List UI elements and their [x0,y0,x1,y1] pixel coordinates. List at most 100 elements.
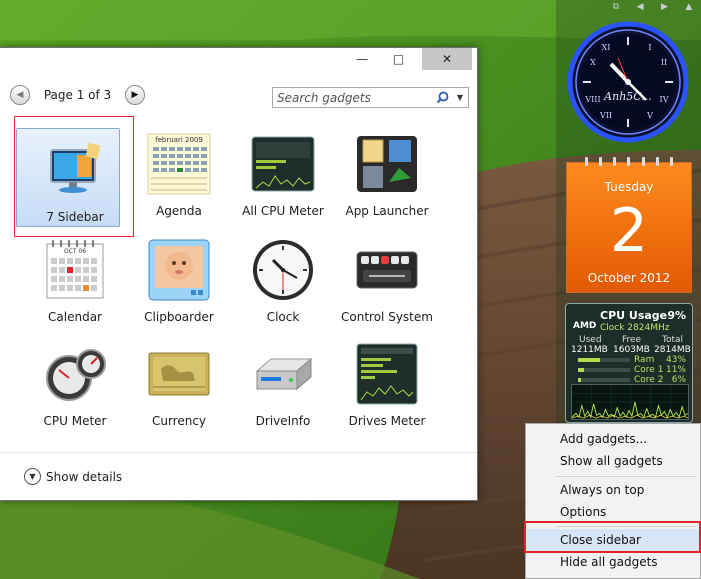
sidebar-controls: ⧉ ◀ ▶ ▲ [604,0,701,14]
gadget-label: Drives Meter [348,414,426,428]
gadget-label: DriveInfo [255,414,311,428]
gadget-all-cpu-meter[interactable]: All CPU Meter [228,124,338,224]
gadget-calendar[interactable]: OCT 06 Calendar [20,230,130,330]
add-gadget-icon[interactable]: ⧉ [613,2,619,12]
gadget-clipboarder[interactable]: Clipboarder [124,230,234,330]
menu-item-always-on-top[interactable]: Always on top [526,479,700,501]
mem-value-free: 1603MB [613,345,650,355]
control-system-icon [355,238,419,302]
mem-header-total: Total [662,335,684,345]
drives-meter-icon [355,342,419,406]
search-input[interactable] [273,88,432,107]
cpu-percent: 9% [667,309,686,322]
svg-text:XI: XI [602,43,611,52]
row-name: Core 1 [634,365,664,375]
cpu-history-graph [571,384,689,420]
annotation-highlight-box [14,116,134,237]
maximize-button[interactable]: □ [377,48,420,70]
clock-icon [251,238,315,302]
cpu-row-core1: Core 1 11% [572,365,690,375]
gadget-driveinfo[interactable]: DriveInfo [228,334,338,434]
gadget-drives-meter[interactable]: Drives Meter [332,334,442,434]
app-launcher-icon [355,132,419,196]
currency-icon [147,342,211,406]
search-options-dropdown[interactable]: ▼ [452,93,468,102]
title-bar: — □ ✕ [0,48,477,74]
row-value: 43% [665,355,686,365]
menu-item-hide-all-gadgets[interactable]: Hide all gadgets [526,551,700,573]
gadget-label: Clipboarder [144,310,214,324]
next-icon[interactable]: ▶ [661,2,668,12]
scroll-up-icon[interactable]: ▲ [685,2,692,12]
search-icon [436,91,448,104]
gadget-label: All CPU Meter [242,204,324,218]
next-page-button[interactable]: ▶ [125,85,145,105]
chevron-left-icon: ◀ [16,90,24,100]
menu-item-options[interactable]: Options [526,501,700,523]
minimize-icon: — [356,52,368,66]
previous-icon[interactable]: ◀ [637,2,644,12]
previous-page-button[interactable]: ◀ [10,85,30,105]
calendar-icon: OCT 06 [43,238,107,302]
gadget-currency[interactable]: Currency [124,334,234,434]
gadget-cpu-meter[interactable]: CPU Meter [20,334,130,434]
calendar-gadget[interactable]: Tuesday 2 October 2012 [566,157,692,293]
menu-separator [556,476,696,477]
chevron-right-icon: ▶ [131,90,139,100]
svg-text:IV: IV [660,95,669,104]
gadget-label: Clock [266,310,300,324]
svg-text:II: II [661,58,667,67]
search-box: ▼ [272,87,469,108]
gadget-app-launcher[interactable]: App Launcher [332,124,442,224]
mem-value-total: 2814MB [654,345,691,355]
svg-text:VII: VII [599,111,612,120]
menu-item-add-gadgets[interactable]: Add gadgets... [526,428,700,450]
amd-logo: AMD [573,321,597,331]
mem-value-used: 1211MB [571,345,608,355]
row-value: 11% [665,365,686,375]
maximize-icon: □ [392,52,405,66]
calendar-day: Tuesday [604,180,654,194]
close-button[interactable]: ✕ [422,48,472,70]
calendar-date: 2 [609,196,649,266]
svg-text:VIII: VIII [584,95,600,104]
ram-bar [578,358,630,362]
drive-icon [251,342,315,406]
calendar-binding [567,157,691,166]
pager: ◀ Page 1 of 3 ▶ [10,84,145,106]
svg-text:OCT 06: OCT 06 [64,248,86,255]
gadget-control-system[interactable]: Control System [332,230,442,330]
core2-bar [578,378,630,382]
gadget-clock[interactable]: Clock [228,230,338,330]
mem-header-used: Used [579,335,602,345]
calendar-month: October 2012 [587,271,671,285]
cpu-usage-gadget[interactable]: AMD CPU Usage 9% Clock 2824MHz Used Free… [565,303,693,423]
annotation-highlight-box [524,521,701,553]
menu-item-show-all-gadgets[interactable]: Show all gadgets [526,450,700,472]
cpu-clock: Clock 2824MHz [600,323,670,333]
svg-text:februari 2009: februari 2009 [155,136,203,144]
gadget-agenda[interactable]: februari 2009 Agenda [124,124,234,224]
agenda-icon: februari 2009 [147,132,211,196]
cpu-row-ram: Ram 43% [572,355,690,365]
core1-bar [578,368,630,372]
clock-gadget[interactable]: I II IV V VII VIII X XI Anh5C... [566,20,691,145]
cpu-title: CPU Usage [600,309,668,322]
cpu-meter-icon [251,132,315,196]
svg-text:X: X [590,58,596,67]
search-button[interactable] [432,91,452,104]
close-icon: ✕ [441,52,453,66]
gadget-label: Agenda [156,204,202,218]
page-indicator: Page 1 of 3 [43,88,112,102]
row-name: Ram [634,355,655,365]
clipboarder-icon [147,238,211,302]
gadget-label: Calendar [48,310,102,324]
cpu-gauge-icon [43,342,107,406]
show-details-label: Show details [46,469,123,484]
svg-text:I: I [648,43,651,52]
svg-text:V: V [646,111,653,120]
minimize-button[interactable]: — [347,48,377,70]
show-details-bar[interactable]: ▼ Show details [0,452,477,500]
gadget-label: Control System [341,310,433,324]
gadget-label: Currency [151,414,207,428]
